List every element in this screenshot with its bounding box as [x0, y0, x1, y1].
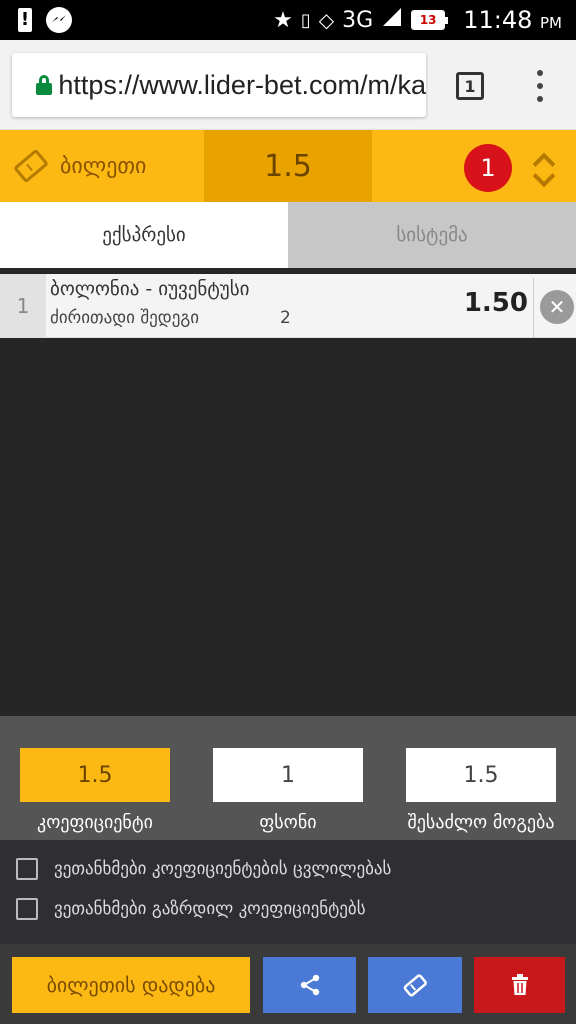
- place-bet-button[interactable]: ბილეთის დადება: [12, 957, 250, 1013]
- ticket-icon: [403, 974, 427, 997]
- alert-icon: !: [18, 8, 32, 32]
- stake-label: ფსონი: [259, 812, 317, 833]
- vibrate-icon: ▯: [300, 9, 311, 31]
- tab-switcher-button[interactable]: 1: [456, 72, 484, 100]
- possible-win-field: 1.5: [406, 748, 556, 802]
- accept-odds-change-checkbox[interactable]: [16, 858, 38, 880]
- tab-express[interactable]: ექსპრესი: [0, 202, 288, 268]
- accept-increased-odds-checkbox[interactable]: [16, 898, 38, 920]
- browser-toolbar: https://www.lider-bet.com/m/ka 1: [0, 40, 576, 130]
- accept-increased-odds-label: ვეთანხმები გაზრდილ კოეფიციენტებს: [54, 899, 366, 919]
- ticket-total-odds: 1.5: [204, 130, 372, 202]
- clock-ampm: PM: [540, 14, 562, 32]
- messenger-icon: [46, 7, 72, 33]
- lock-icon: [36, 75, 52, 95]
- accept-odds-change-option[interactable]: ვეთანხმები კოეფიციენტების ცვლილებას: [16, 858, 391, 880]
- stake-input[interactable]: 1: [213, 748, 363, 802]
- share-icon: [300, 974, 319, 996]
- coefficient-label: კოეფიციენტი: [37, 812, 153, 833]
- signal-icon: [381, 6, 403, 34]
- url-text: https://www.lider-bet.com/m/ka: [58, 69, 426, 100]
- trash-icon: [511, 974, 528, 995]
- action-bar: ბილეთის დადება: [0, 944, 576, 1024]
- tab-system[interactable]: სისტემა: [288, 202, 576, 268]
- bet-market: ძირითადი შედეგი: [50, 308, 200, 328]
- possible-win-label: შესაძლო მოგება: [407, 812, 555, 833]
- bet-match-name: ბოლონია - იუვენტუსი: [50, 278, 250, 300]
- ticket-title: ბილეთი: [0, 130, 204, 202]
- ticket-icon: [13, 148, 49, 184]
- agreement-panel: ვეთანხმები კოეფიციენტების ცვლილებას ვეთა…: [0, 840, 576, 944]
- share-button[interactable]: [263, 957, 356, 1013]
- accept-odds-change-label: ვეთანხმები კოეფიციენტების ცვლილებას: [54, 859, 392, 879]
- bet-odds: 1.50: [463, 288, 528, 318]
- expand-collapse-icon[interactable]: [528, 148, 562, 188]
- delete-button[interactable]: [474, 957, 565, 1013]
- clock-time: 11:48: [463, 6, 533, 34]
- star-icon: ★: [273, 7, 293, 33]
- remove-bet-close-icon[interactable]: ✕: [540, 290, 574, 324]
- address-bar[interactable]: https://www.lider-bet.com/m/ka: [12, 53, 426, 117]
- divider: [533, 278, 534, 338]
- ticket-button[interactable]: [368, 957, 462, 1013]
- ticket-label: ბილეთი: [60, 153, 147, 179]
- accept-increased-odds-option[interactable]: ვეთანხმები გაზრდილ კოეფიციენტებს: [16, 898, 366, 920]
- bet-index: 1: [0, 274, 46, 338]
- wifi-icon: ◇: [318, 8, 335, 32]
- clock: 11:48 PM: [463, 6, 562, 34]
- bet-count-badge: 1: [464, 144, 512, 192]
- bet-type-tabs: ექსპრესი სისტემა: [0, 202, 576, 268]
- status-bar: ! ★ ▯ ◇ 3G 13 11:48 PM: [0, 0, 576, 40]
- bet-outcome: 2: [280, 308, 291, 328]
- browser-menu-icon[interactable]: [530, 68, 550, 104]
- coefficient-field: 1.5: [20, 748, 170, 802]
- battery-icon: 13: [411, 10, 449, 30]
- network-type: 3G: [342, 7, 374, 33]
- bet-summary-panel: 1.5 1 1.5 კოეფიციენტი ფსონი შესაძლო მოგე…: [0, 716, 576, 840]
- bet-row: 1 ბოლონია - იუვენტუსი ძირითადი შედეგი 2 …: [0, 274, 576, 338]
